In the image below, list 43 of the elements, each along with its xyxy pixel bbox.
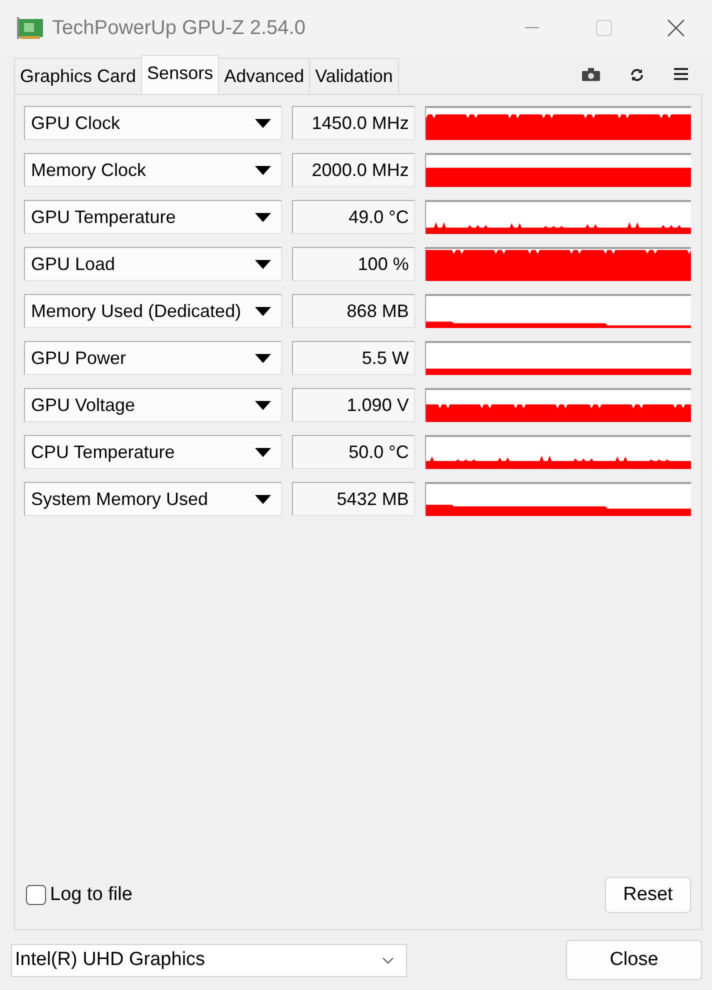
tab[interactable]: Sensors [141, 55, 220, 94]
sensor-dropdown[interactable]: GPU Voltage [24, 388, 282, 422]
sensor-value: 1450.0 MHz [292, 106, 415, 140]
dropdown-arrow-icon [255, 166, 272, 174]
sensor-dropdown[interactable]: System Memory Used [24, 482, 282, 516]
dropdown-arrow-icon [255, 212, 272, 222]
checkbox-label: Log to file [50, 882, 132, 907]
dropdown-arrow-icon [255, 494, 272, 504]
tab[interactable]: Graphics Card [14, 58, 142, 94]
sensor-value: 50.0 °C [292, 435, 415, 469]
chevron-icon [382, 956, 394, 964]
device-dropdown[interactable]: Intel(R) UHD Graphics [11, 944, 407, 976]
sensor-value: 2000.0 MHz [292, 153, 415, 187]
menu-icon[interactable] [674, 68, 688, 80]
sensor-dropdown[interactable]: Memory Clock [24, 153, 282, 187]
sensor-dropdown[interactable]: GPU Temperature [24, 200, 282, 234]
dropdown-arrow-icon [255, 354, 272, 362]
sensor-dropdown[interactable]: GPU Power [24, 341, 282, 375]
sensor-dropdown[interactable]: GPU Load [24, 247, 282, 281]
tab[interactable]: Validation [309, 58, 399, 94]
log-checkbox[interactable] [26, 885, 46, 905]
dropdown-arrow-icon [255, 400, 272, 410]
sensor-value: 100 % [292, 247, 415, 281]
refresh-icon[interactable] [630, 68, 644, 82]
sensor-dropdown[interactable]: GPU Clock [24, 106, 282, 140]
sensor-value: 49.0 °C [292, 200, 415, 234]
close-icon[interactable] [667, 19, 685, 37]
dropdown-arrow-icon [255, 260, 272, 268]
dropdown-arrow-icon [255, 118, 272, 128]
app-icon [16, 17, 44, 39]
dropdown-arrow-icon [255, 448, 272, 456]
sensor-value: 1.090 V [292, 388, 415, 422]
minimize-icon[interactable] [525, 27, 539, 29]
sensor-value: 5.5 W [292, 341, 415, 375]
sensor-dropdown[interactable]: CPU Temperature [24, 435, 282, 469]
close-button[interactable]: Close [566, 940, 702, 980]
camera-icon[interactable] [582, 68, 600, 81]
reset-button[interactable]: Reset [605, 877, 691, 913]
sensor-value: 868 MB [292, 294, 415, 328]
sensor-dropdown[interactable]: Memory Used (Dedicated) [24, 294, 282, 328]
window-title: TechPowerUp GPU-Z 2.54.0 [52, 16, 306, 41]
dropdown-arrow-icon [255, 306, 272, 316]
sensor-value: 5432 MB [292, 482, 415, 516]
